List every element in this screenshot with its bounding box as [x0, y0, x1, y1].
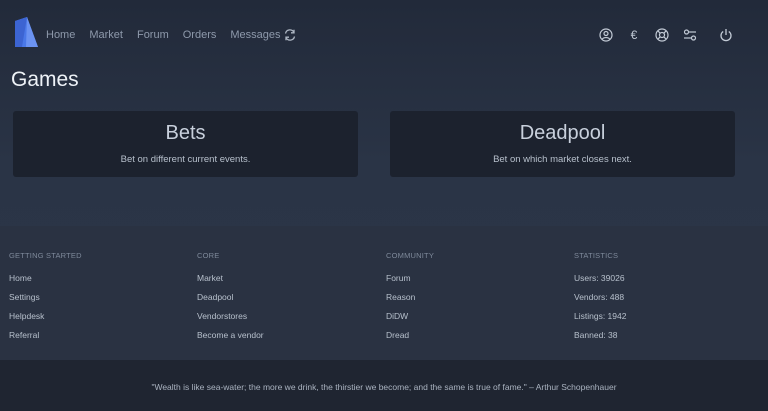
bets-card[interactable]: Bets Bet on different current events.	[13, 111, 358, 177]
nav-forum[interactable]: Forum	[137, 29, 169, 41]
main-nav: Home Market Forum Orders Messages	[46, 29, 295, 41]
footer-link-didw[interactable]: DiDW	[386, 310, 434, 329]
nav-messages[interactable]: Messages	[230, 29, 280, 41]
footer-link-referral[interactable]: Referral	[9, 329, 82, 348]
footer-heading: CORE	[197, 251, 220, 260]
site-logo[interactable]	[12, 17, 38, 49]
footer-column-statistics: STATISTICS Users: 39026 Vendors: 488 Lis…	[574, 251, 626, 348]
stat-banned: Banned: 38	[574, 330, 618, 340]
footer-quote: "Wealth is like sea-water; the more we d…	[151, 382, 617, 392]
footer-link-forum[interactable]: Forum	[386, 272, 434, 291]
nav-home[interactable]: Home	[46, 29, 75, 41]
card-description: Bet on different current events.	[120, 154, 251, 165]
footer-heading: GETTING STARTED	[9, 251, 82, 260]
quote-bar: "Wealth is like sea-water; the more we d…	[0, 360, 768, 411]
footer-link-helpdesk[interactable]: Helpdesk	[9, 310, 82, 329]
footer-link-become-vendor[interactable]: Become a vendor	[197, 329, 264, 348]
nav-market[interactable]: Market	[89, 29, 123, 41]
footer-link-market[interactable]: Market	[197, 272, 264, 291]
account-icon[interactable]	[599, 28, 613, 42]
card-description: Bet on which market closes next.	[493, 154, 632, 165]
stat-listings: Listings: 1942	[574, 311, 627, 321]
stat-users: Users: 39026	[574, 273, 625, 283]
deadpool-card[interactable]: Deadpool Bet on which market closes next…	[390, 111, 735, 177]
footer-link-reason[interactable]: Reason	[386, 291, 434, 310]
footer-link-deadpool[interactable]: Deadpool	[197, 291, 264, 310]
stat-vendors: Vendors: 488	[574, 292, 625, 302]
footer-link-dread[interactable]: Dread	[386, 329, 434, 348]
support-icon[interactable]	[655, 28, 669, 42]
card-title: Deadpool	[519, 122, 606, 144]
card-title: Bets	[165, 122, 206, 144]
footer-heading: COMMUNITY	[386, 251, 435, 260]
footer-column-core: CORE Market Deadpool Vendorstores Become…	[197, 251, 264, 348]
page-title: Games	[11, 68, 79, 91]
top-navbar: Home Market Forum Orders Messages €	[0, 0, 768, 70]
footer-column-getting-started: GETTING STARTED Home Settings Helpdesk R…	[9, 251, 82, 348]
nav-orders[interactable]: Orders	[183, 29, 217, 41]
footer-link-settings[interactable]: Settings	[9, 291, 82, 310]
footer-link-home[interactable]: Home	[9, 272, 82, 291]
currency-euro-icon[interactable]: €	[627, 28, 641, 42]
footer-column-community: COMMUNITY Forum Reason DiDW Dread	[386, 251, 434, 348]
settings-sliders-icon[interactable]	[683, 28, 697, 42]
footer: GETTING STARTED Home Settings Helpdesk R…	[0, 226, 768, 360]
footer-heading: STATISTICS	[574, 251, 619, 260]
refresh-icon[interactable]	[283, 28, 297, 42]
footer-link-vendorstores[interactable]: Vendorstores	[197, 310, 264, 329]
power-icon[interactable]	[719, 28, 733, 42]
